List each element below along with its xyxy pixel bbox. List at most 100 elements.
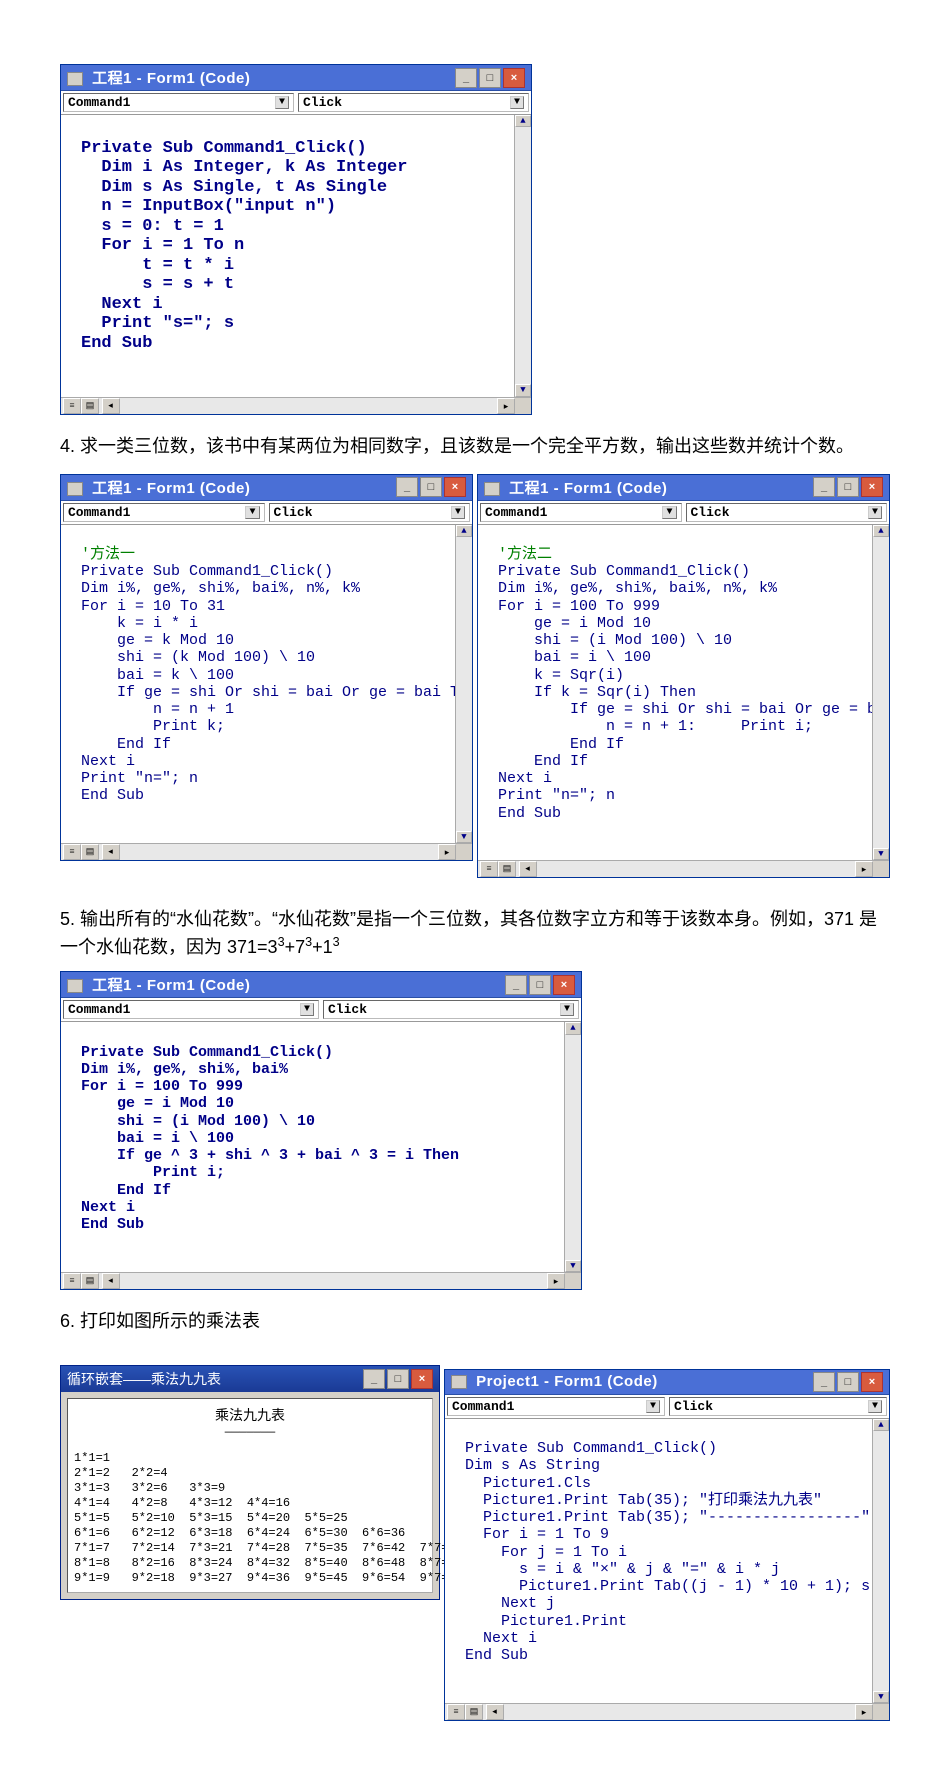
procedure-view-icon[interactable]: ▤ (81, 1273, 99, 1289)
close-button[interactable]: × (411, 1369, 433, 1389)
window-title: 工程1 - Form1 (Code) (92, 977, 250, 994)
full-module-view-icon[interactable]: ≡ (63, 1273, 81, 1289)
form-icon (451, 1375, 467, 1389)
procedure-dropdown[interactable]: Click ▼ (269, 503, 471, 522)
minimize-button[interactable]: _ (396, 477, 418, 497)
object-dropdown[interactable]: Command1 ▼ (63, 93, 294, 112)
harrow-right-icon[interactable]: ▸ (855, 1704, 873, 1720)
chevron-down-icon: ▼ (868, 506, 882, 519)
window-title: 工程1 - Form1 (Code) (92, 480, 250, 497)
status-bar: ≡▤ ◂ ▸ (61, 843, 472, 860)
procedure-dropdown[interactable]: Click ▼ (669, 1397, 887, 1416)
minimize-button[interactable]: _ (363, 1369, 385, 1389)
harrow-left-icon[interactable]: ◂ (519, 861, 537, 877)
harrow-left-icon[interactable]: ◂ (102, 844, 120, 860)
harrow-right-icon[interactable]: ▸ (438, 844, 456, 860)
form-icon (67, 72, 83, 86)
harrow-right-icon[interactable]: ▸ (497, 398, 515, 414)
object-dropdown-value: Command1 (68, 1002, 130, 1017)
code-area[interactable]: Private Sub Command1_Click() Dim s As St… (445, 1419, 889, 1703)
scroll-corner (515, 398, 531, 414)
maximize-button[interactable]: □ (837, 1372, 859, 1392)
close-button[interactable]: × (861, 477, 883, 497)
vertical-scrollbar[interactable] (872, 1419, 889, 1703)
table-row: 5*1=5 5*2=10 5*3=15 5*4=20 5*5=25 (74, 1511, 426, 1526)
maximize-button[interactable]: □ (479, 68, 501, 88)
exp: 3 (333, 935, 340, 949)
harrow-left-icon[interactable]: ◂ (102, 1273, 120, 1289)
titlebar[interactable]: 工程1 - Form1 (Code) _ □ × (61, 475, 472, 501)
object-dropdown[interactable]: Command1 ▼ (480, 503, 682, 522)
procedure-dropdown[interactable]: Click ▼ (323, 1000, 579, 1019)
titlebar[interactable]: Project1 - Form1 (Code) _ □ × (445, 1370, 889, 1395)
code-window-6: Project1 - Form1 (Code) _ □ × Command1 ▼… (444, 1369, 890, 1721)
minimize-button[interactable]: _ (455, 68, 477, 88)
code-area[interactable]: '方法二 Private Sub Command1_Click() Dim i%… (478, 525, 889, 861)
vertical-scrollbar[interactable] (564, 1022, 581, 1272)
code-window-5: 工程1 - Form1 (Code) _ □ × Command1 ▼ Clic… (60, 971, 582, 1290)
titlebar[interactable]: 工程1 - Form1 (Code) _ □ × (61, 65, 531, 91)
chevron-down-icon: ▼ (646, 1400, 660, 1413)
status-bar: ≡▤ ◂ ▸ (61, 1272, 581, 1289)
chevron-down-icon: ▼ (451, 506, 465, 519)
maximize-button[interactable]: □ (837, 477, 859, 497)
minimize-button[interactable]: _ (505, 975, 527, 995)
form-icon (484, 482, 500, 496)
code-area[interactable]: Private Sub Command1_Click() Dim i%, ge%… (61, 1022, 581, 1272)
table-row: 1*1=1 (74, 1451, 426, 1466)
object-dropdown[interactable]: Command1 ▼ (447, 1397, 665, 1416)
titlebar[interactable]: 工程1 - Form1 (Code) _ □ × (61, 972, 581, 998)
chevron-down-icon: ▼ (245, 506, 259, 519)
app-window-multiplication-table: 循环嵌套——乘法九九表 _ □ × 乘法九九表 ——————— 1*1=1 2*… (60, 1365, 440, 1600)
exp: 3 (278, 935, 285, 949)
close-button[interactable]: × (444, 477, 466, 497)
object-dropdown[interactable]: Command1 ▼ (63, 1000, 319, 1019)
minimize-button[interactable]: _ (813, 1372, 835, 1392)
code-comment: '方法二 (498, 546, 552, 563)
table-row: 4*1=4 4*2=8 4*3=12 4*4=16 (74, 1496, 426, 1511)
full-module-view-icon[interactable]: ≡ (63, 398, 81, 414)
close-button[interactable]: × (861, 1372, 883, 1392)
full-module-view-icon[interactable]: ≡ (63, 844, 81, 860)
titlebar[interactable]: 工程1 - Form1 (Code) _ □ × (478, 475, 889, 501)
procedure-dropdown-value: Click (674, 1399, 713, 1414)
harrow-left-icon[interactable]: ◂ (102, 398, 120, 414)
procedure-dropdown[interactable]: Click ▼ (298, 93, 529, 112)
procedure-view-icon[interactable]: ▤ (465, 1704, 483, 1720)
code-area[interactable]: Private Sub Command1_Click() Dim i As In… (61, 115, 531, 397)
maximize-button[interactable]: □ (387, 1369, 409, 1389)
code-area[interactable]: '方法一 Private Sub Command1_Click() Dim i%… (61, 525, 472, 844)
vertical-scrollbar[interactable] (872, 525, 889, 861)
code-text: Private Sub Command1_Click() Dim i%, ge%… (81, 563, 472, 804)
vertical-scrollbar[interactable] (455, 525, 472, 844)
procedure-view-icon[interactable]: ▤ (81, 398, 99, 414)
close-button[interactable]: × (503, 68, 525, 88)
procedure-view-icon[interactable]: ▤ (81, 844, 99, 860)
close-button[interactable]: × (553, 975, 575, 995)
app-titlebar[interactable]: 循环嵌套——乘法九九表 _ □ × (61, 1366, 439, 1392)
code-window-4b: 工程1 - Form1 (Code) _ □ × Command1 ▼ Clic… (477, 474, 890, 879)
maximize-button[interactable]: □ (529, 975, 551, 995)
scroll-corner (565, 1273, 581, 1289)
harrow-left-icon[interactable]: ◂ (486, 1704, 504, 1720)
minimize-button[interactable]: _ (813, 477, 835, 497)
object-dropdown[interactable]: Command1 ▼ (63, 503, 265, 522)
status-bar: ≡▤ ◂ ▸ (61, 397, 531, 414)
harrow-right-icon[interactable]: ▸ (547, 1273, 565, 1289)
procedure-view-icon[interactable]: ▤ (498, 861, 516, 877)
problem-5-text-main: 5. 输出所有的“水仙花数”。“水仙花数”是指一个三位数，其各位数字立方和等于该… (60, 909, 877, 957)
vertical-scrollbar[interactable] (514, 115, 531, 397)
chevron-down-icon: ▼ (662, 506, 676, 519)
maximize-button[interactable]: □ (420, 477, 442, 497)
app-title: 循环嵌套——乘法九九表 (67, 1371, 221, 1387)
full-module-view-icon[interactable]: ≡ (447, 1704, 465, 1720)
harrow-right-icon[interactable]: ▸ (855, 861, 873, 877)
code-window-4a: 工程1 - Form1 (Code) _ □ × Command1 ▼ Clic… (60, 474, 473, 862)
full-module-view-icon[interactable]: ≡ (480, 861, 498, 877)
status-bar: ≡▤ ◂ ▸ (445, 1703, 889, 1720)
procedure-dropdown[interactable]: Click ▼ (686, 503, 888, 522)
chevron-down-icon: ▼ (560, 1003, 574, 1016)
object-dropdown-value: Command1 (485, 505, 547, 520)
code-text: Private Sub Command1_Click() Dim i%, ge%… (498, 563, 889, 822)
table-underline: ——————— (74, 1425, 426, 1439)
